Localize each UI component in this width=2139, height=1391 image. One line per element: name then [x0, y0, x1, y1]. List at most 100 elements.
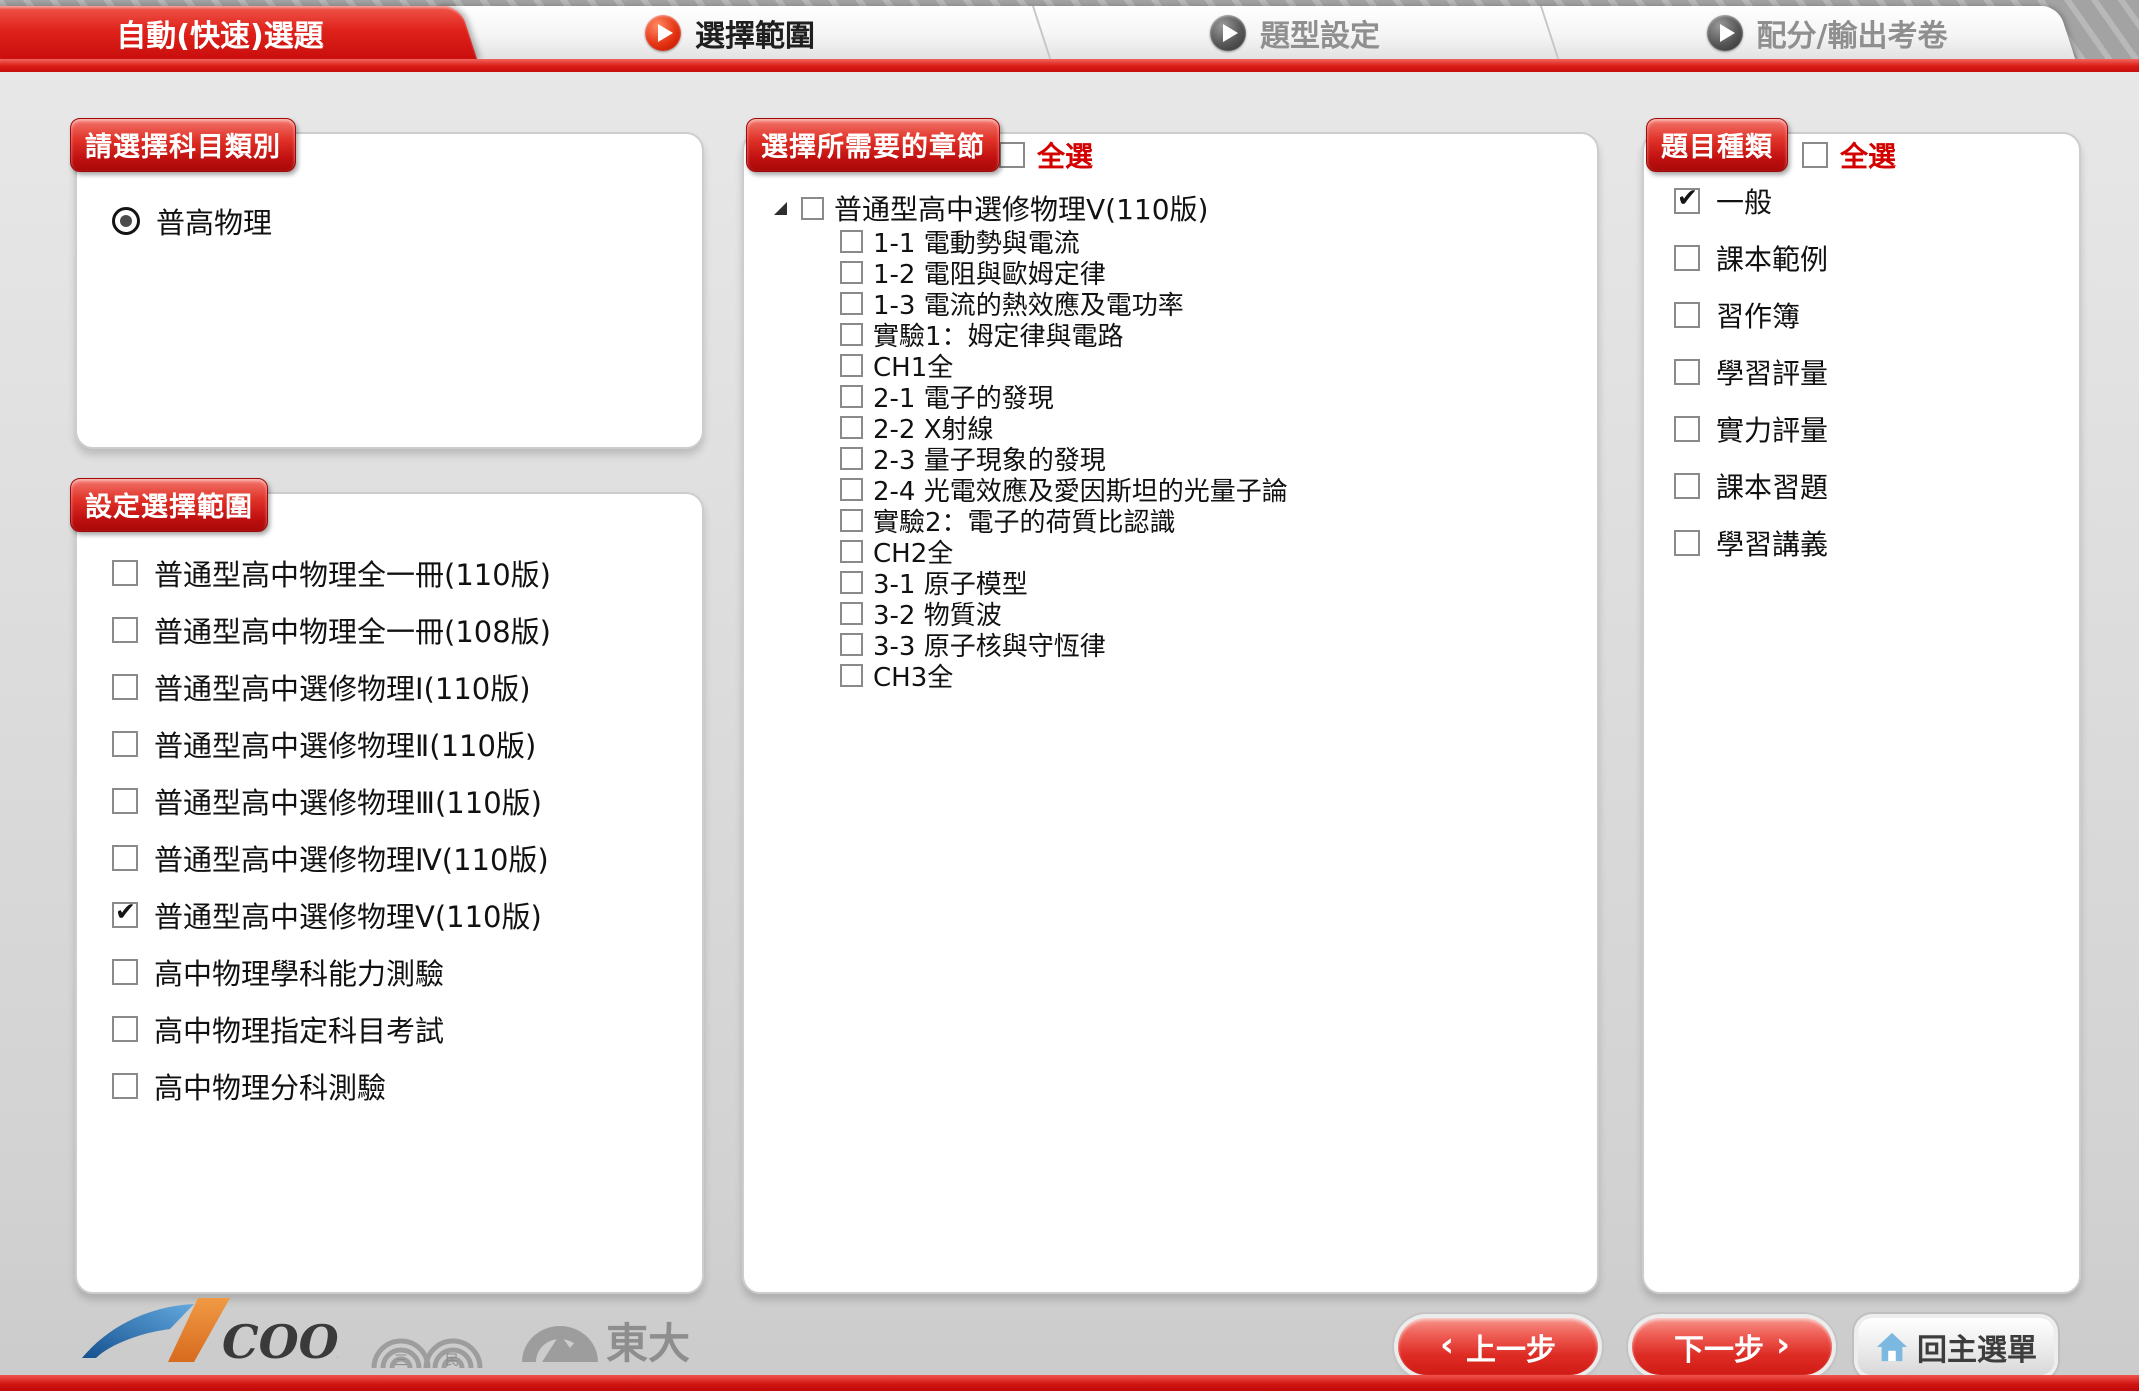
tree-expand-icon[interactable]: [774, 202, 787, 215]
select-all-checkbox[interactable]: [1802, 142, 1828, 168]
home-menu-label: 回主選單: [1917, 1325, 2037, 1369]
type-item-row[interactable]: 習作簿: [1674, 286, 2069, 343]
checkbox[interactable]: [801, 197, 824, 220]
home-menu-button[interactable]: 回主選單: [1858, 1318, 2054, 1375]
checkbox[interactable]: [1674, 245, 1700, 271]
range-item-label: 普通型高中選修物理Ⅰ(110版): [154, 666, 531, 708]
header-tab-bar: 自動(快速)選題 選擇範圍 題型設定 配分/輸出考卷: [0, 0, 2139, 72]
radio-button[interactable]: [112, 207, 140, 235]
checkbox[interactable]: [1674, 416, 1700, 442]
subject-option-row[interactable]: 普高物理: [112, 192, 692, 249]
range-item-row[interactable]: 普通型高中選修物理Ⅰ(110版): [112, 658, 692, 715]
type-item-row[interactable]: 課本習題: [1674, 457, 2069, 514]
range-item-row[interactable]: 普通型高中選修物理Ⅲ(110版): [112, 772, 692, 829]
type-item-row[interactable]: 學習評量: [1674, 343, 2069, 400]
checkbox[interactable]: [840, 602, 863, 625]
checkbox[interactable]: [840, 664, 863, 687]
checkbox[interactable]: [840, 571, 863, 594]
checkbox[interactable]: [112, 731, 138, 757]
range-item-row[interactable]: 普通型高中物理全一冊(108版): [112, 601, 692, 658]
checkbox[interactable]: [840, 323, 863, 346]
chapter-row[interactable]: 1-2 電阻與歐姆定律: [840, 257, 1587, 288]
chapter-select-all[interactable]: 全選: [999, 135, 1093, 175]
checkbox[interactable]: [1674, 530, 1700, 556]
subject-panel: 普高物理: [75, 132, 704, 449]
range-item-row[interactable]: 高中物理指定科目考試: [112, 1000, 692, 1057]
range-panel: 普通型高中物理全一冊(110版) 普通型高中物理全一冊(108版) 普通型高中選…: [75, 492, 704, 1294]
chapter-row[interactable]: CH2全: [840, 536, 1587, 567]
footer-red-bar: [0, 1375, 2139, 1391]
checkbox[interactable]: [840, 478, 863, 501]
chapter-tree-root[interactable]: 普通型高中選修物理Ⅴ(110版): [774, 190, 1587, 226]
chapter-row[interactable]: 實驗2：電子的荷質比認識: [840, 505, 1587, 536]
checkbox[interactable]: [112, 1073, 138, 1099]
checkbox[interactable]: [112, 560, 138, 586]
range-item-label: 高中物理指定科目考試: [154, 1008, 444, 1050]
left-chevron-icon: ‹: [1440, 1328, 1454, 1362]
sanmin-logo: 三民: [366, 1306, 488, 1370]
type-item-row[interactable]: 課本範例: [1674, 229, 2069, 286]
sanmin-text: 三民: [394, 1353, 488, 1369]
icool-logo: COOL: [80, 1294, 338, 1370]
chapter-row[interactable]: 2-3 量子現象的發現: [840, 443, 1587, 474]
checkbox[interactable]: [840, 509, 863, 532]
chapter-row[interactable]: 2-1 電子的發現: [840, 381, 1587, 412]
checkbox[interactable]: [1674, 359, 1700, 385]
tab-select-range[interactable]: 選擇範圍: [595, 10, 865, 56]
checkbox[interactable]: [112, 845, 138, 871]
subject-option-label: 普高物理: [156, 200, 272, 242]
type-item-row[interactable]: 實力評量: [1674, 400, 2069, 457]
checkbox[interactable]: [112, 788, 138, 814]
checkbox[interactable]: [112, 617, 138, 643]
chapter-row[interactable]: CH1全: [840, 350, 1587, 381]
checkbox[interactable]: [112, 674, 138, 700]
tab-question-type-settings[interactable]: 題型設定: [1160, 10, 1430, 56]
chapter-row[interactable]: 3-3 原子核與守恆律: [840, 629, 1587, 660]
checkbox[interactable]: [840, 354, 863, 377]
tab-auto-quick-select[interactable]: 自動(快速)選題: [40, 10, 400, 56]
checkbox[interactable]: [112, 1016, 138, 1042]
range-item-row[interactable]: 普通型高中物理全一冊(110版): [112, 544, 692, 601]
range-item-label: 高中物理分科測驗: [154, 1065, 386, 1107]
chapter-row[interactable]: 3-1 原子模型: [840, 567, 1587, 598]
checkbox[interactable]: [112, 902, 138, 928]
chapter-row[interactable]: 2-4 光電效應及愛因斯坦的光量子論: [840, 474, 1587, 505]
checkbox[interactable]: [112, 959, 138, 985]
range-item-row[interactable]: 高中物理分科測驗: [112, 1057, 692, 1114]
checkbox[interactable]: [1674, 188, 1700, 214]
checkbox[interactable]: [840, 540, 863, 563]
select-all-checkbox[interactable]: [999, 142, 1025, 168]
checkbox[interactable]: [840, 447, 863, 470]
chapter-row[interactable]: 1-3 電流的熱效應及電功率: [840, 288, 1587, 319]
type-select-all[interactable]: 全選: [1802, 135, 1896, 175]
range-item-row[interactable]: 普通型高中選修物理Ⅱ(110版): [112, 715, 692, 772]
next-step-button[interactable]: 下一步 ›: [1632, 1318, 1832, 1375]
chapter-row[interactable]: 實驗1：姆定律與電路: [840, 319, 1587, 350]
type-item-row[interactable]: 學習講義: [1674, 514, 2069, 571]
next-step-label: 下一步: [1674, 1325, 1764, 1369]
checkbox[interactable]: [840, 633, 863, 656]
checkbox[interactable]: [1674, 302, 1700, 328]
checkbox[interactable]: [840, 416, 863, 439]
range-item-label: 普通型高中選修物理Ⅲ(110版): [154, 780, 542, 822]
chapter-row[interactable]: 3-2 物質波: [840, 598, 1587, 629]
icool-wordmark: COOL: [222, 1315, 338, 1369]
checkbox[interactable]: [840, 261, 863, 284]
chapter-row[interactable]: 1-1 電動勢與電流: [840, 226, 1587, 257]
chapter-list: 1-1 電動勢與電流 1-2 電阻與歐姆定律 1-3 電流的熱效應及電功率: [840, 226, 1587, 691]
checkbox[interactable]: [840, 230, 863, 253]
checkbox[interactable]: [840, 292, 863, 315]
checkbox[interactable]: [840, 385, 863, 408]
range-item-row[interactable]: 普通型高中選修物理Ⅴ(110版): [112, 886, 692, 943]
range-item-row[interactable]: 高中物理學科能力測驗: [112, 943, 692, 1000]
chapter-row[interactable]: 2-2 X射線: [840, 412, 1587, 443]
select-all-label: 全選: [1037, 135, 1093, 175]
chapter-row[interactable]: CH3全: [840, 660, 1587, 691]
checkbox[interactable]: [1674, 473, 1700, 499]
tab-score-output[interactable]: 配分/輸出考卷: [1662, 10, 1992, 56]
range-item-row[interactable]: 普通型高中選修物理Ⅳ(110版): [112, 829, 692, 886]
type-item-row[interactable]: 一般: [1674, 172, 2069, 229]
subject-options: 普高物理: [112, 192, 692, 249]
prev-step-label: 上一步: [1466, 1325, 1556, 1369]
prev-step-button[interactable]: ‹ 上一步: [1398, 1318, 1598, 1375]
